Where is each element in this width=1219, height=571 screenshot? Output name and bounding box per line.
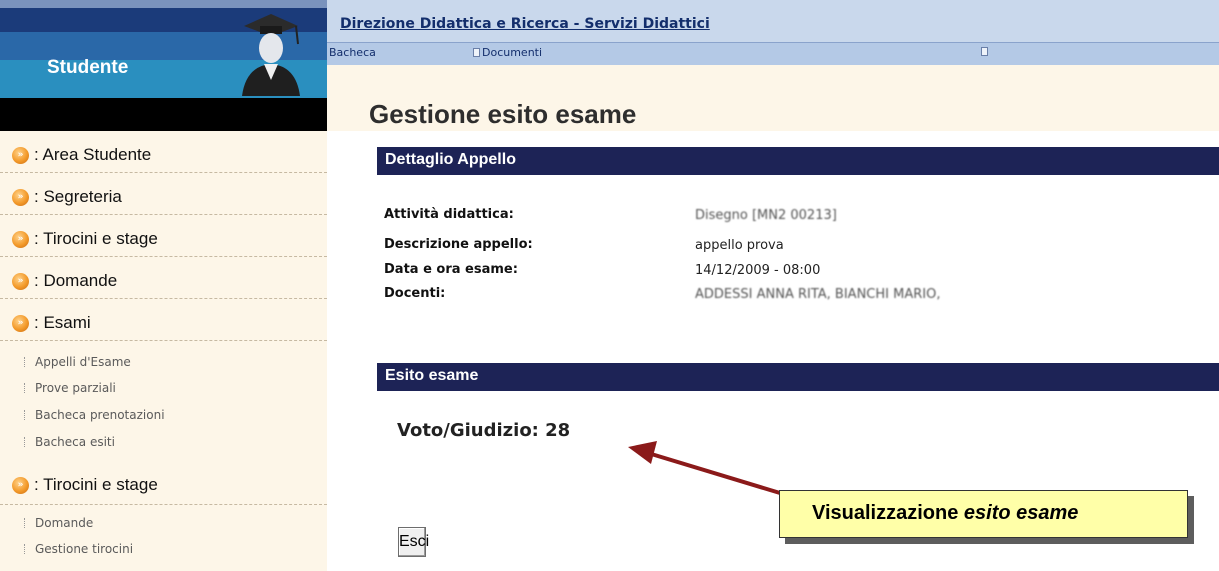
detail-label: Attività didattica: (384, 207, 514, 222)
detail-label: Descrizione appello: (384, 237, 533, 252)
graduate-student-icon (242, 14, 300, 96)
sidebar-section-domande[interactable]: » : Domande (0, 257, 327, 299)
voto-giudizio: Voto/Giudizio: 28 (397, 420, 571, 441)
sidebar-section-tirocini-2[interactable]: » : Tirocini e stage (0, 463, 327, 505)
esci-button[interactable]: Esci (398, 527, 429, 557)
sidebar-item-bacheca-prenotazioni[interactable]: Bacheca prenotazioni (24, 408, 165, 422)
section-header-esito-esame: Esito esame (377, 363, 1219, 391)
tab-documenti-label: Documenti (482, 46, 543, 59)
detail-label: Data e ora esame: (384, 262, 518, 277)
detail-value: ADDESSI ANNA RITA, BIANCHI MARIO, (695, 287, 941, 302)
nav-title-link[interactable]: Direzione Didattica e Ricerca - Servizi … (340, 16, 710, 32)
banner-band (0, 98, 327, 131)
sidebar-item-domande[interactable]: Domande (24, 516, 93, 530)
sidebar-section-tirocini[interactable]: » : Tirocini e stage (0, 215, 327, 257)
sidebar-section-label: : Esami (34, 313, 91, 332)
detail-row-data-ora: Data e ora esame: 14/12/2009 - 08:00 (384, 262, 1204, 282)
sidebar-section-segreteria[interactable]: » : Segreteria (0, 173, 327, 215)
detail-value: appello prova (695, 238, 784, 253)
sidebar-item-bacheca-esiti[interactable]: Bacheca esiti (24, 435, 115, 449)
tab-documenti[interactable]: Documenti (473, 46, 542, 59)
sidebar-section-label: : Tirocini e stage (34, 475, 158, 494)
app-title: Studente (47, 57, 129, 78)
sidebar: » : Area Studente » : Segreteria » : Tir… (0, 131, 327, 571)
sidebar-section-label: : Domande (34, 271, 118, 290)
sidebar-section-label: : Tirocini e stage (34, 229, 158, 248)
orange-arrow-bullet-icon: » (12, 477, 29, 494)
section-header-dettaglio-appello: Dettaglio Appello (377, 147, 1219, 175)
detail-label: Docenti: (384, 286, 446, 301)
document-icon (981, 47, 988, 56)
sidebar-section-label: : Segreteria (34, 187, 122, 206)
top-navigation: Direzione Didattica e Ricerca - Servizi … (327, 0, 1219, 65)
detail-row-descrizione: Descrizione appello: appello prova (384, 237, 1204, 257)
page-title: Gestione esito esame (369, 99, 637, 129)
sidebar-item-prove-parziali[interactable]: Prove parziali (24, 381, 116, 395)
annotation-text-italic: esito esame (963, 502, 1079, 524)
sidebar-item-appelli-esame[interactable]: Appelli d'Esame (24, 355, 131, 369)
sidebar-section-label: : Area Studente (34, 145, 152, 164)
orange-arrow-bullet-icon: » (12, 147, 29, 164)
orange-arrow-bullet-icon: » (12, 231, 29, 248)
tab-bacheca[interactable]: Bacheca (329, 46, 376, 59)
document-icon (473, 48, 480, 57)
annotation-callout: Visualizzazione esito esame (779, 490, 1188, 538)
student-header-banner: Studente (0, 0, 327, 131)
detail-row-docenti: Docenti: ADDESSI ANNA RITA, BIANCHI MARI… (384, 286, 1204, 306)
detail-value: Disegno [MN2 00213] (695, 208, 837, 223)
orange-arrow-bullet-icon: » (12, 273, 29, 290)
sidebar-item-gestione-tirocini[interactable]: Gestione tirocini (24, 542, 133, 556)
orange-arrow-bullet-icon: » (12, 189, 29, 206)
annotation-text: Visualizzazione (812, 502, 964, 524)
sidebar-section-area-studente[interactable]: » : Area Studente (0, 131, 327, 173)
detail-row-attivita: Attività didattica: Disegno [MN2 00213] (384, 207, 1204, 227)
orange-arrow-bullet-icon: » (12, 315, 29, 332)
detail-value: 14/12/2009 - 08:00 (695, 263, 821, 278)
sidebar-section-esami[interactable]: » : Esami (0, 299, 327, 341)
